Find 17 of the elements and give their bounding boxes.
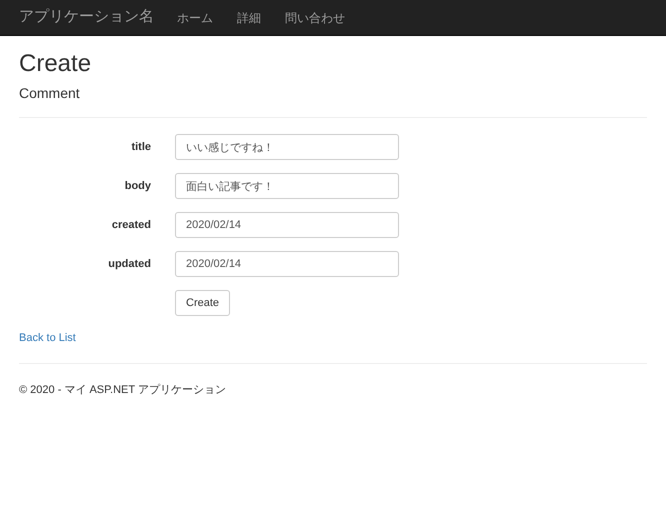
back-link[interactable]: Back to List (19, 330, 647, 346)
nav-link[interactable]: ホーム (177, 8, 213, 26)
input-field[interactable]: 2020/02/14 (175, 212, 399, 238)
page-heading: Create (19, 50, 92, 78)
field-label: body (124, 178, 151, 194)
nav-link[interactable]: 問い合わせ (285, 8, 345, 26)
brand-link[interactable]: アプリケーション名 (19, 6, 154, 29)
input-field[interactable]: いい感じですね！ (175, 134, 399, 160)
field-label: created (110, 218, 151, 233)
field-label: updated (107, 256, 151, 272)
input-field[interactable]: 2020/02/14 (175, 251, 399, 277)
input-field[interactable]: 面白い記事です！ (175, 173, 399, 199)
field-label: title (130, 140, 151, 155)
page-subheading: Comment (19, 84, 81, 102)
nav-link[interactable]: 詳細 (237, 8, 261, 26)
footer-text: © 2020 - マイ ASP.NET アプリケーション (19, 382, 227, 398)
create-button[interactable]: Create (175, 290, 230, 316)
